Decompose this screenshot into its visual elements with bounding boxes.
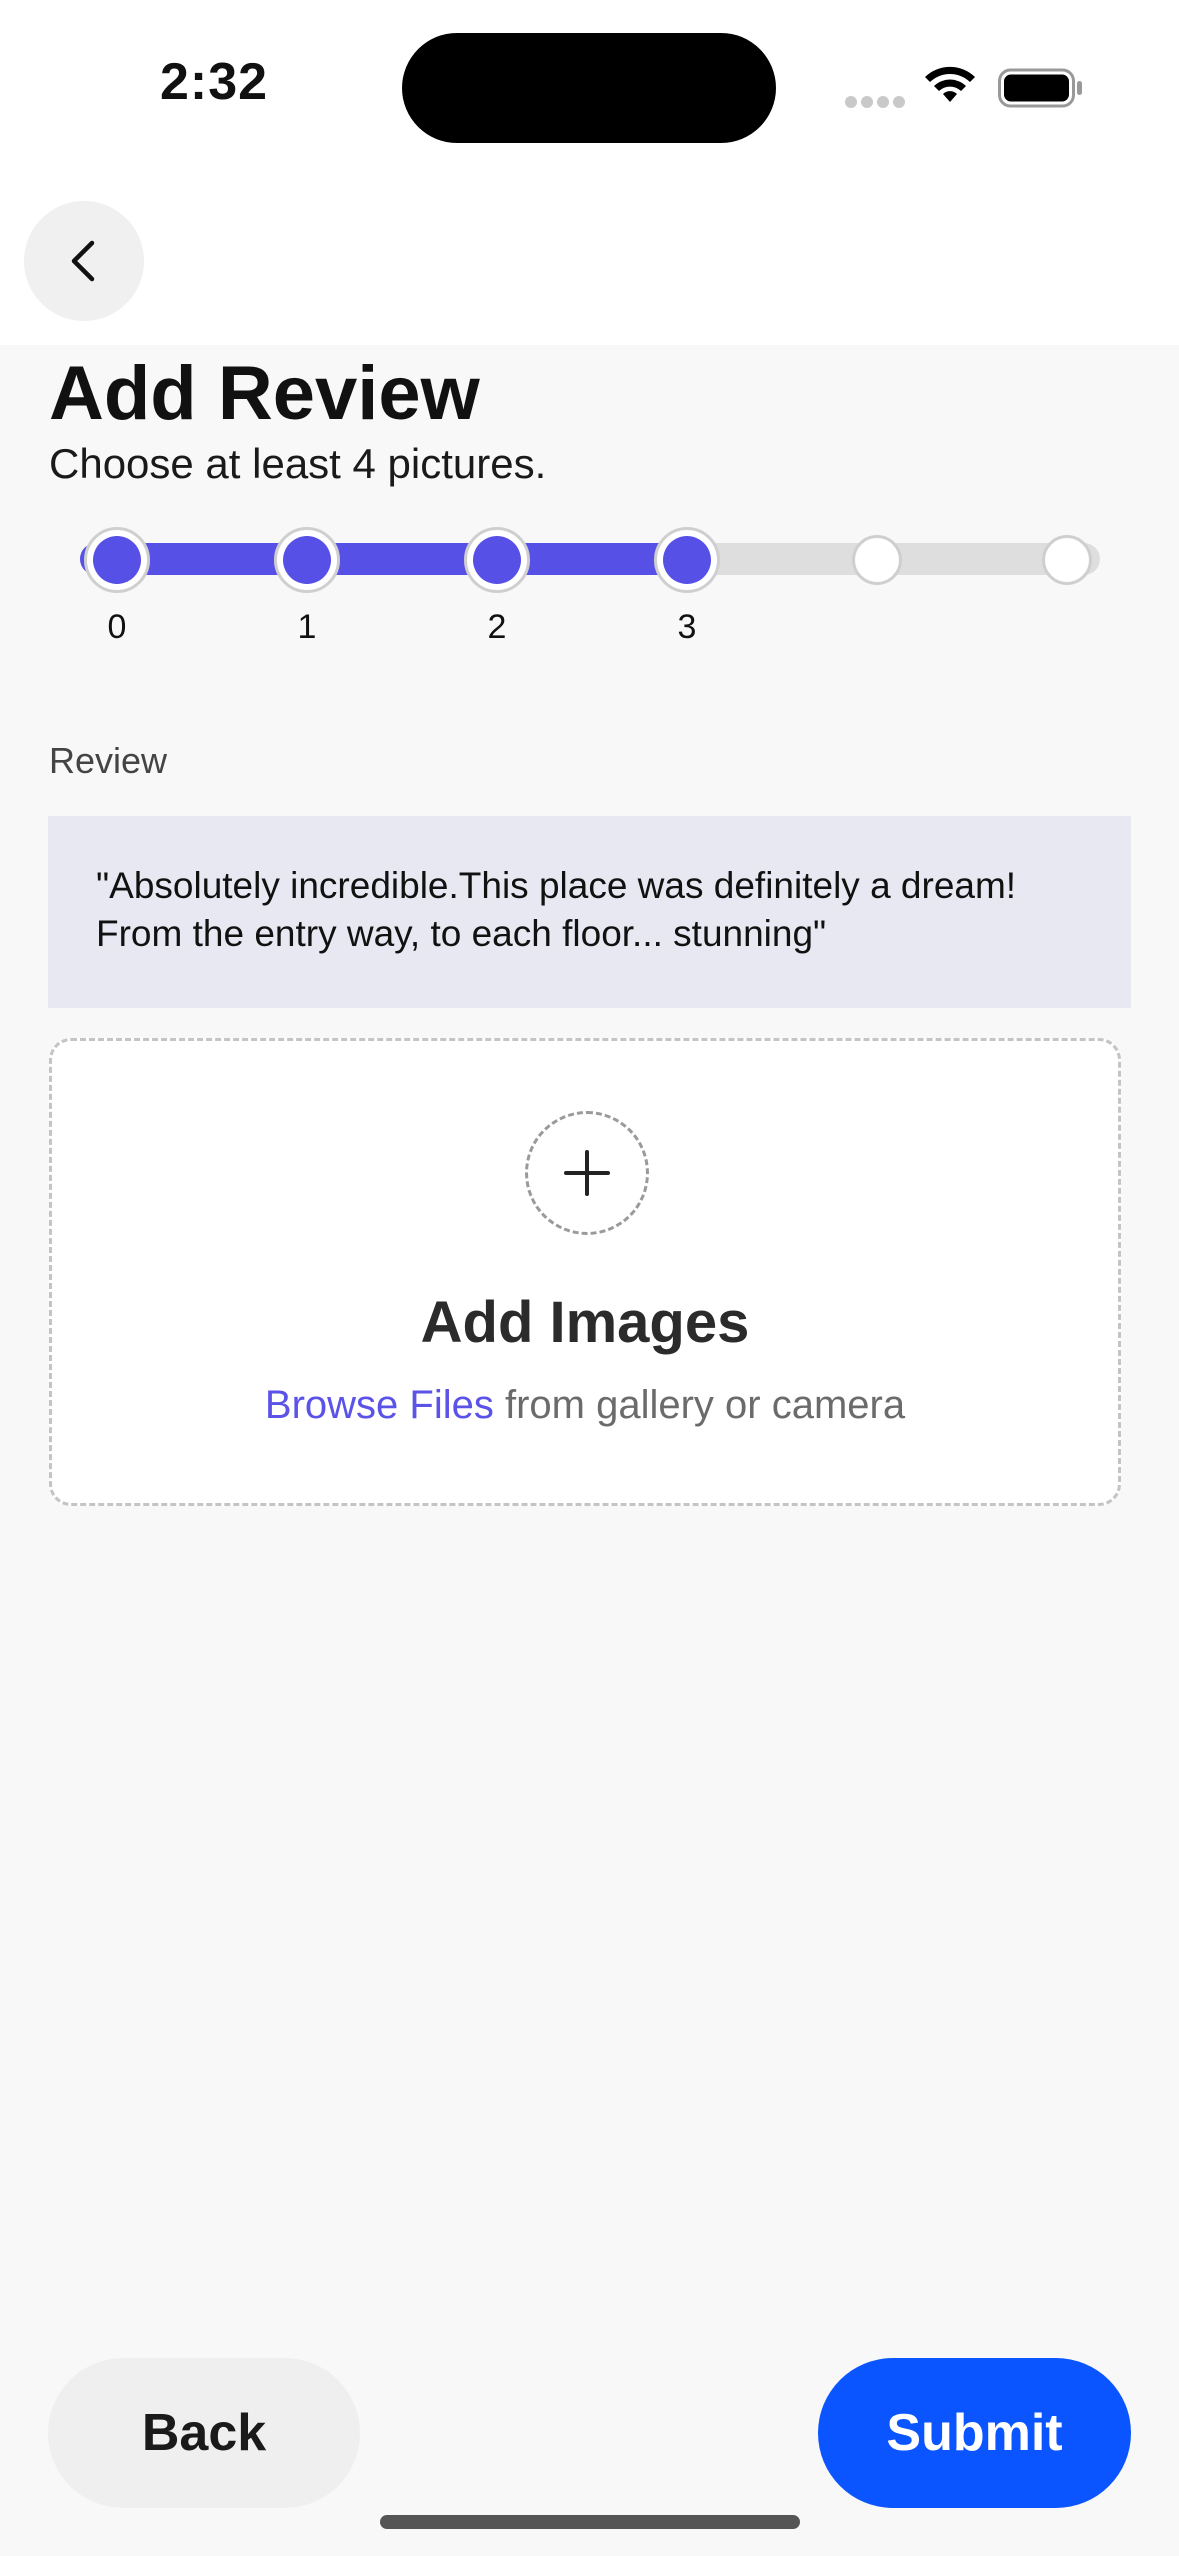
upload-title: Add Images bbox=[420, 1290, 750, 1355]
back-button[interactable]: Back bbox=[48, 2358, 360, 2508]
plus-icon bbox=[564, 1150, 610, 1196]
home-indicator bbox=[380, 2515, 800, 2529]
step-label-0: 0 bbox=[107, 608, 127, 646]
step-dot-fill bbox=[283, 536, 331, 584]
dynamic-island bbox=[402, 33, 776, 143]
step-dot-4 bbox=[852, 535, 902, 585]
step-label-1: 1 bbox=[297, 608, 317, 646]
progress-stepper: 0 1 2 3 bbox=[80, 527, 1100, 660]
stepper-progress-fill bbox=[80, 543, 692, 575]
upload-subtitle-suffix: from gallery or camera bbox=[493, 1383, 906, 1427]
upload-subtitle: Browse Files from gallery or camera bbox=[52, 1383, 1118, 1428]
review-label: Review bbox=[49, 740, 168, 781]
step-dot-fill bbox=[663, 536, 711, 584]
step-dot-3 bbox=[654, 527, 720, 593]
page-title: Add Review bbox=[49, 351, 480, 436]
nav-back-button[interactable] bbox=[24, 201, 144, 321]
page-subtitle: Choose at least 4 pictures. bbox=[49, 440, 547, 487]
nav-bar bbox=[0, 170, 1179, 345]
browse-files-link[interactable]: Browse Files bbox=[265, 1383, 494, 1427]
step-dot-2 bbox=[464, 527, 530, 593]
step-label-3: 3 bbox=[677, 608, 697, 646]
step-dot-fill bbox=[473, 536, 521, 584]
wifi-icon bbox=[925, 66, 975, 102]
step-dot-5 bbox=[1042, 535, 1092, 585]
step-label-2: 2 bbox=[487, 608, 507, 646]
add-image-button[interactable] bbox=[525, 1111, 649, 1235]
submit-button[interactable]: Submit bbox=[818, 2358, 1131, 2508]
image-upload-dropzone[interactable]: Add Images Browse Files from gallery or … bbox=[49, 1038, 1121, 1506]
status-bar: 2:32 bbox=[0, 0, 1179, 170]
step-dot-fill bbox=[93, 536, 141, 584]
chevron-left-icon bbox=[71, 240, 95, 282]
battery-icon bbox=[998, 68, 1082, 108]
cellular-signal-icon bbox=[845, 95, 909, 113]
step-dot-1 bbox=[274, 527, 340, 593]
step-dot-0 bbox=[84, 527, 150, 593]
review-text: "Absolutely incredible.This place was de… bbox=[48, 816, 1131, 1008]
status-time: 2:32 bbox=[160, 53, 269, 111]
